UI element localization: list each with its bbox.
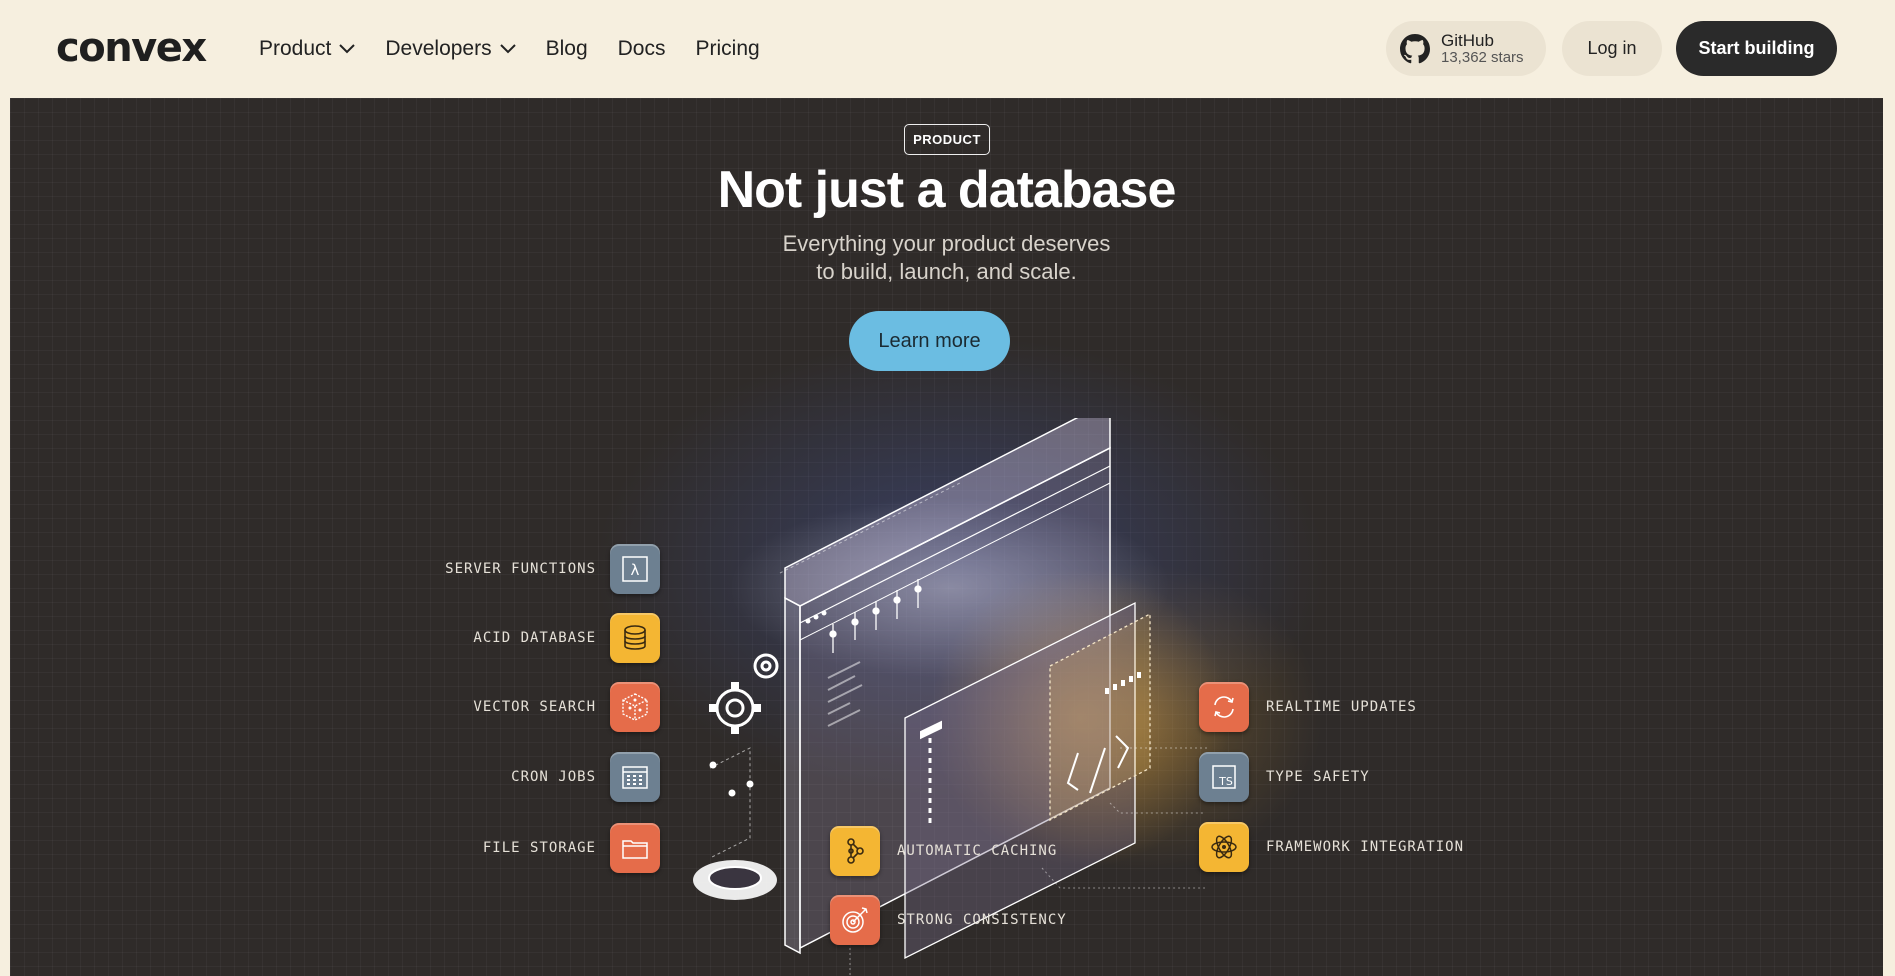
hero-subtitle-line-2: to build, launch, and scale. xyxy=(816,259,1077,284)
chevron-down-icon xyxy=(499,44,516,54)
refresh-icon xyxy=(1199,682,1249,732)
vector-cube-icon xyxy=(610,682,660,732)
typescript-icon: TS xyxy=(1199,752,1249,802)
github-stars: 13,362 stars xyxy=(1441,48,1524,66)
chevron-down-icon xyxy=(339,44,356,54)
typescript-icon-text: TS xyxy=(1218,775,1233,788)
nav-links: Product Developers Blog Docs Pricing xyxy=(259,0,790,98)
login-button[interactable]: Log in xyxy=(1562,21,1662,76)
nav-pricing[interactable]: Pricing xyxy=(696,37,760,61)
feature-label: SERVER FUNCTIONS xyxy=(445,561,596,577)
feature-label: ACID DATABASE xyxy=(473,630,596,646)
feature-automatic-caching[interactable]: AUTOMATIC CACHING xyxy=(830,826,1057,876)
feature-label: FRAMEWORK INTEGRATION xyxy=(1266,839,1465,855)
folder-icon xyxy=(610,823,660,873)
feature-label: FILE STORAGE xyxy=(482,840,596,856)
github-text: GitHub 13,362 stars xyxy=(1441,32,1524,66)
github-icon xyxy=(1400,33,1430,63)
calendar-icon xyxy=(610,752,660,802)
hero-subtitle-line-1: Everything your product deserves xyxy=(782,231,1111,256)
lambda-icon: λ xyxy=(610,544,660,594)
feature-label: TYPE SAFETY xyxy=(1266,769,1370,785)
feature-server-functions[interactable]: SERVER FUNCTIONS λ xyxy=(310,544,660,594)
hero-title: Not just a database xyxy=(717,161,1177,219)
nav-blog[interactable]: Blog xyxy=(546,37,588,61)
learn-more-button[interactable]: Learn more xyxy=(849,311,1010,371)
feature-label: REALTIME UPDATES xyxy=(1266,699,1417,715)
nav-product[interactable]: Product xyxy=(259,37,356,61)
github-button[interactable]: GitHub 13,362 stars xyxy=(1386,21,1546,76)
feature-label: STRONG CONSISTENCY xyxy=(897,912,1067,928)
feature-acid-database[interactable]: ACID DATABASE xyxy=(310,613,660,663)
feature-framework-integration[interactable]: FRAMEWORK INTEGRATION xyxy=(1199,822,1464,872)
hero-subtitle: Everything your product deserves to buil… xyxy=(10,230,1883,286)
feature-file-storage[interactable]: FILE STORAGE xyxy=(310,823,660,873)
platform-illustration xyxy=(693,418,1230,976)
start-building-button[interactable]: Start building xyxy=(1676,21,1837,76)
nav-developers[interactable]: Developers xyxy=(385,37,516,61)
react-atom-icon xyxy=(1199,822,1249,872)
feature-label: CRON JOBS xyxy=(511,769,596,785)
convex-logo[interactable]: convex xyxy=(56,26,207,70)
svg-text:λ: λ xyxy=(631,561,640,579)
feature-label: AUTOMATIC CACHING xyxy=(897,843,1058,859)
feature-label: VECTOR SEARCH xyxy=(473,699,596,715)
nav-docs[interactable]: Docs xyxy=(618,37,666,61)
github-label: GitHub xyxy=(1441,30,1494,50)
hero-section: PRODUCT Not just a database Everything y… xyxy=(10,98,1883,976)
nav-developers-label: Developers xyxy=(385,37,492,60)
feature-cron-jobs[interactable]: CRON JOBS xyxy=(310,752,660,802)
section-badge: PRODUCT xyxy=(904,124,990,155)
feature-realtime-updates[interactable]: REALTIME UPDATES xyxy=(1199,682,1417,732)
nav-product-label: Product xyxy=(259,37,332,60)
nodes-icon xyxy=(830,826,880,876)
target-icon xyxy=(830,895,880,945)
feature-strong-consistency[interactable]: STRONG CONSISTENCY xyxy=(830,895,1067,945)
feature-vector-search[interactable]: VECTOR SEARCH xyxy=(310,682,660,732)
database-icon xyxy=(610,613,660,663)
feature-type-safety[interactable]: TS TYPE SAFETY xyxy=(1199,752,1370,802)
top-navigation: convex Product Developers Blog Docs Pric… xyxy=(0,0,1895,98)
